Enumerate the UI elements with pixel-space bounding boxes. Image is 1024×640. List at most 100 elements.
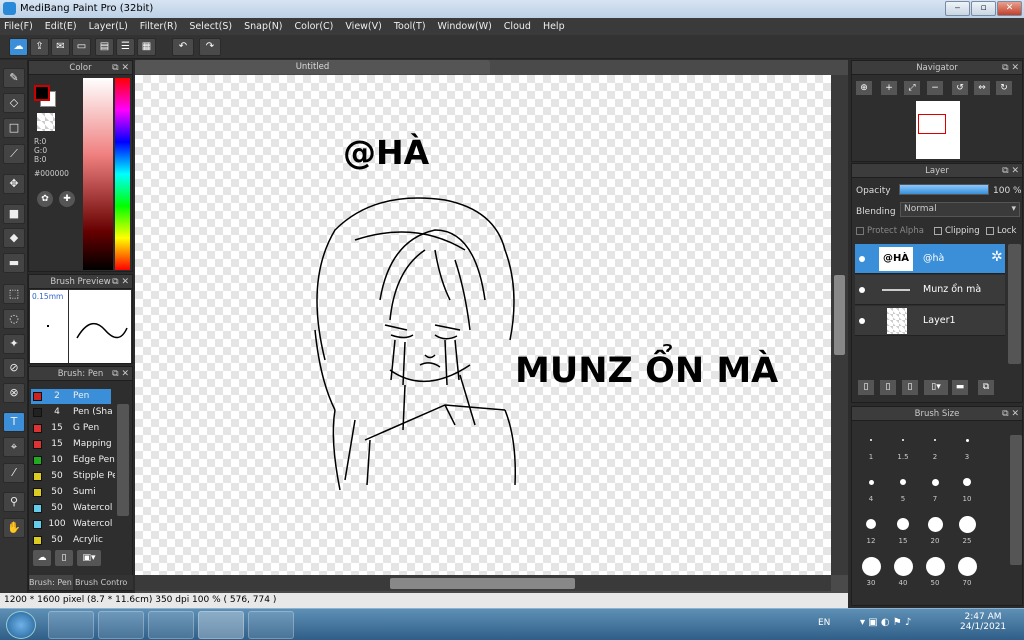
- hand-tool-icon[interactable]: ✋: [3, 518, 25, 538]
- layer-menu-icon[interactable]: ▯▾: [924, 380, 948, 395]
- undo-icon[interactable]: ↶: [172, 38, 194, 56]
- panel-close-icon[interactable]: ⧉ ✕: [112, 275, 129, 289]
- foreground-color-swatch[interactable]: [34, 85, 50, 101]
- vertical-scrollbar[interactable]: [831, 75, 848, 575]
- brush-item[interactable]: 50 Stipple Pe: [31, 469, 115, 484]
- clock[interactable]: 2:47 AM 24/1/2021: [960, 612, 1006, 632]
- gear-icon[interactable]: ✲: [991, 249, 1003, 265]
- zoom-in-icon[interactable]: +: [881, 81, 897, 95]
- comment-icon[interactable]: ✉: [51, 38, 70, 56]
- menu-color[interactable]: Color(C): [295, 21, 334, 32]
- brush-size-cell[interactable]: 40: [888, 553, 918, 593]
- start-button[interactable]: [6, 611, 36, 639]
- menu-edit[interactable]: Edit(E): [45, 21, 77, 32]
- horizontal-scroll-thumb[interactable]: [390, 578, 575, 589]
- eraser-tool-icon[interactable]: ◇: [3, 93, 25, 113]
- visibility-eye-icon[interactable]: [859, 256, 865, 262]
- layer-row-ha[interactable]: @HÀ @hà ✲: [855, 244, 1005, 274]
- brush-size-scrollbar[interactable]: [1010, 435, 1022, 565]
- taskbar-app-icon[interactable]: [148, 611, 194, 639]
- tab-brush-control[interactable]: Brush Contro: [75, 575, 133, 590]
- fit-screen-icon[interactable]: ⤢: [904, 81, 920, 95]
- panel-close-icon[interactable]: ⧉ ✕: [1002, 164, 1019, 178]
- hue-slider[interactable]: [115, 78, 130, 270]
- brush-size-cell[interactable]: 1: [856, 427, 886, 467]
- new-halftone-layer-icon[interactable]: ▯: [880, 380, 896, 395]
- layer-row-layer1[interactable]: Layer1: [855, 306, 1005, 336]
- taskbar-medibang-icon[interactable]: [198, 611, 244, 639]
- panel-close-icon[interactable]: ⧉ ✕: [1002, 61, 1019, 75]
- new-layer-icon[interactable]: ▯: [858, 380, 874, 395]
- protect-alpha-checkbox[interactable]: [856, 226, 864, 235]
- eyedropper-icon[interactable]: ⁄: [3, 463, 25, 483]
- grid-icon[interactable]: ▦: [137, 38, 156, 56]
- saturation-value-picker[interactable]: [83, 78, 113, 270]
- brush-list-scrollbar[interactable]: [117, 404, 129, 516]
- transparent-swatch[interactable]: [37, 113, 55, 131]
- menu-cloud[interactable]: Cloud: [504, 21, 531, 32]
- drawing-canvas[interactable]: @HÀ MUNZ ỔN MÀ: [135, 75, 831, 575]
- opacity-slider[interactable]: [899, 184, 989, 195]
- brush-size-cell[interactable]: 12: [856, 511, 886, 551]
- visibility-eye-icon[interactable]: [859, 318, 865, 324]
- select-eraser-icon[interactable]: ⊗: [3, 383, 25, 403]
- layer-scrollbar[interactable]: [1008, 244, 1021, 364]
- bucket-tool-icon[interactable]: ◆: [3, 228, 25, 248]
- line-tool-icon[interactable]: ⟋: [3, 144, 25, 164]
- lasso-tool-icon[interactable]: ◌: [3, 309, 25, 329]
- brush-size-cell[interactable]: 2: [920, 427, 950, 467]
- brush-size-cell[interactable]: 1.5: [888, 427, 918, 467]
- visibility-eye-icon[interactable]: [859, 287, 865, 293]
- brush-size-cell[interactable]: 10: [952, 469, 982, 509]
- duplicate-layer-icon[interactable]: ⧉: [978, 380, 994, 395]
- zoom-fit-icon[interactable]: ⊕: [856, 81, 872, 95]
- clipping-checkbox[interactable]: [934, 226, 942, 235]
- palette-icon[interactable]: ✿: [37, 191, 53, 207]
- brush-item[interactable]: 15 G Pen: [31, 421, 111, 436]
- brush-cloud-icon[interactable]: ☁: [33, 550, 51, 566]
- select-pen-icon[interactable]: ⊘: [3, 358, 25, 378]
- navigator-viewport-box[interactable]: [918, 114, 946, 134]
- fill-rect-icon[interactable]: ■: [3, 204, 25, 224]
- brush-size-cell[interactable]: 15: [888, 511, 918, 551]
- taskbar-paint-icon[interactable]: [48, 611, 94, 639]
- language-indicator[interactable]: EN: [818, 618, 830, 628]
- new-8bit-layer-icon[interactable]: ▯: [902, 380, 918, 395]
- gradient-tool-icon[interactable]: ▬: [3, 253, 25, 273]
- palette-add-icon[interactable]: ✚: [59, 191, 75, 207]
- panel-close-icon[interactable]: ⧉ ✕: [112, 367, 129, 381]
- brush-size-cell[interactable]: 7: [920, 469, 950, 509]
- brush-item[interactable]: 15 Mapping I: [31, 437, 115, 452]
- brush-size-cell[interactable]: 70: [952, 553, 982, 593]
- brush-item[interactable]: 2 Pen: [31, 389, 111, 404]
- magic-wand-icon[interactable]: ✦: [3, 334, 25, 354]
- brush-size-cell[interactable]: 30: [856, 553, 886, 593]
- rotate-left-icon[interactable]: ↺: [952, 81, 968, 95]
- text-tool-icon[interactable]: T: [3, 412, 25, 432]
- brush-item[interactable]: 50 Sumi: [31, 485, 111, 500]
- brush-size-cell[interactable]: 25: [952, 511, 982, 551]
- brush-item[interactable]: 50 Acrylic: [31, 533, 111, 548]
- zoom-out-icon[interactable]: −: [927, 81, 943, 95]
- horizontal-scrollbar[interactable]: [135, 575, 831, 591]
- menu-layer[interactable]: Layer(L): [89, 21, 128, 32]
- brush-tool-icon[interactable]: ✎: [3, 68, 25, 88]
- menu-snap[interactable]: Snap(N): [244, 21, 282, 32]
- menu-window[interactable]: Window(W): [438, 21, 492, 32]
- rotate-right-icon[interactable]: ↻: [996, 81, 1012, 95]
- folder-icon[interactable]: ▬: [952, 380, 968, 395]
- panel-close-icon[interactable]: ⧉ ✕: [112, 61, 129, 75]
- layer-row-munz[interactable]: Munz ổn mà: [855, 275, 1005, 305]
- brush-add-menu-icon[interactable]: ▣▾: [77, 550, 101, 566]
- brush-size-cell[interactable]: 20: [920, 511, 950, 551]
- brush-size-cell[interactable]: 50: [920, 553, 950, 593]
- close-button[interactable]: ✕: [997, 1, 1022, 16]
- blending-select[interactable]: Normal ▾: [900, 202, 1020, 217]
- redo-icon[interactable]: ↷: [199, 38, 221, 56]
- minimize-button[interactable]: ‒: [945, 1, 970, 16]
- menu-view[interactable]: View(V): [345, 21, 381, 32]
- brush-size-cell[interactable]: 5: [888, 469, 918, 509]
- brush-item[interactable]: 100 Watercol: [31, 517, 112, 532]
- document-tab[interactable]: Untitled: [135, 60, 490, 74]
- brush-size-cell[interactable]: 4: [856, 469, 886, 509]
